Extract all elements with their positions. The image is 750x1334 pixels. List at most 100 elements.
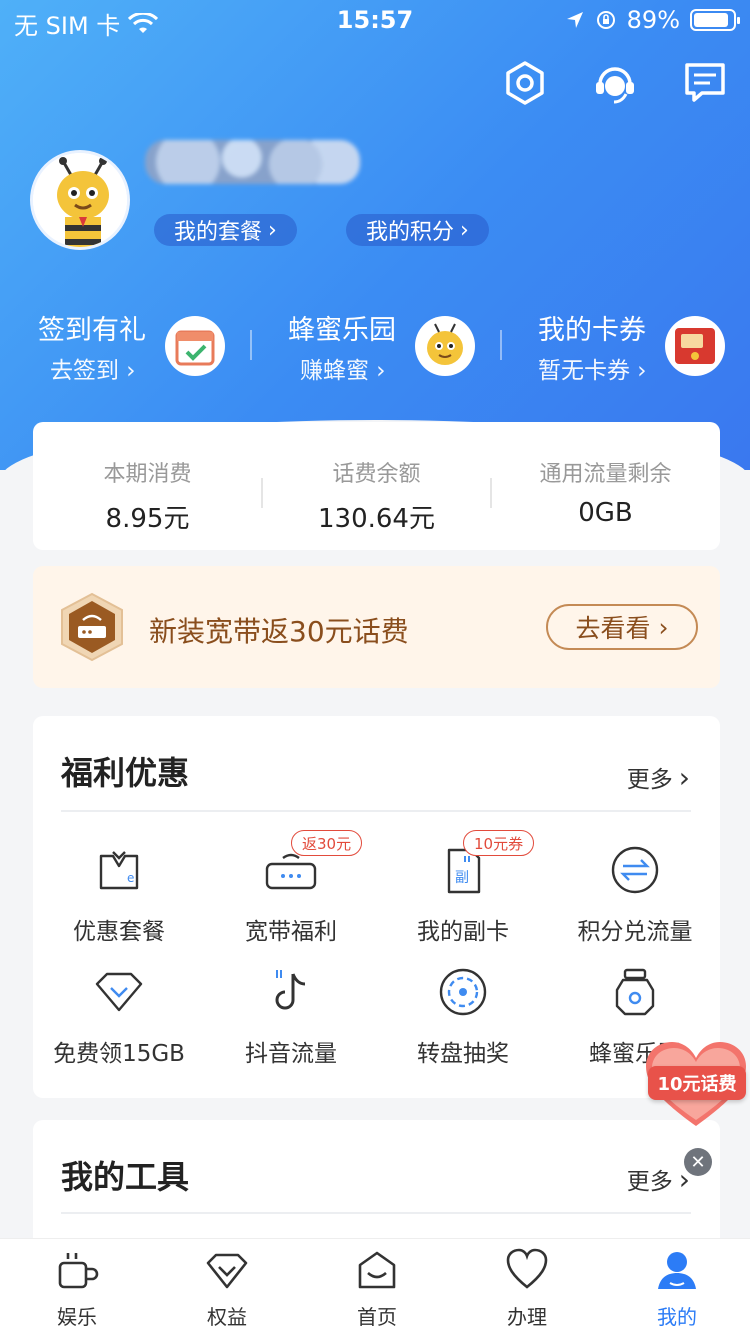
tab-label: 娱乐	[57, 1305, 97, 1329]
card-divider	[61, 1212, 691, 1214]
my-points-label: 我的积分	[366, 220, 455, 245]
chevron-right-icon: ›	[658, 612, 669, 642]
grid-label: 免费领15GB	[53, 1041, 185, 1067]
grid-badge: 10元券	[463, 830, 535, 856]
header-actions	[502, 60, 728, 106]
grid-item-discount-package[interactable]: e 优惠套餐	[33, 842, 205, 946]
bottom-tab-bar: 娱乐 权益 首页 办理 我的	[0, 1238, 750, 1334]
tiktok-icon	[275, 970, 306, 1010]
benefits-more-link[interactable]: 更多 ›	[627, 760, 690, 794]
quick-sub: 去签到 ›	[50, 358, 136, 384]
chevron-right-icon: ›	[268, 217, 277, 243]
promo-view-button[interactable]: 去看看 ›	[546, 604, 698, 650]
customer-service-icon[interactable]	[592, 60, 638, 106]
grid-item-douyin-data[interactable]: 抖音流量	[205, 964, 377, 1068]
benefits-title: 福利优惠	[61, 754, 190, 792]
quick-title: 蜂蜜乐园	[288, 315, 396, 346]
quick-actions: 签到有礼 去签到 › 蜂蜜乐园 赚蜂蜜 › 我的卡券 暂无卡券 ›	[0, 308, 750, 388]
router-badge-icon	[61, 592, 123, 662]
account-stats-card: 本期消费 8.95元 话费余额 130.64元 通用流量剩余 0GB	[33, 422, 720, 550]
location-arrow-icon	[566, 12, 583, 28]
benefits-card: 福利优惠 更多 › e 优惠套餐 返30元 宽带福利 10元券 副 我的副卡 积…	[33, 716, 720, 1098]
tab-handle[interactable]: 办理	[452, 1247, 602, 1330]
more-label: 更多	[626, 767, 673, 793]
tab-home[interactable]: 首页	[302, 1247, 452, 1330]
grid-item-points-to-data[interactable]: 积分兑流量	[549, 842, 721, 946]
cup-icon	[58, 1253, 99, 1289]
grid-item-secondary-card[interactable]: 10元券 副 我的副卡	[377, 830, 549, 946]
grid-label: 抖音流量	[245, 1041, 337, 1067]
grid-item-lucky-wheel[interactable]: 转盘抽奖	[377, 964, 549, 1068]
my-points-button[interactable]: 我的积分 ›	[346, 214, 489, 246]
quick-sub: 赚蜂蜜 ›	[300, 358, 386, 384]
grid-label: 我的副卡	[417, 919, 509, 945]
wheel-icon	[439, 968, 487, 1016]
battery-fill	[694, 13, 728, 27]
chevron-right-icon: ›	[460, 217, 469, 243]
my-package-label: 我的套餐	[174, 220, 263, 245]
quick-sub-text: 去签到	[50, 358, 119, 384]
more-label: 更多	[626, 1169, 673, 1195]
card-divider	[61, 810, 691, 812]
message-icon[interactable]	[682, 60, 728, 106]
stat-data-remaining[interactable]: 通用流量剩余 0GB	[491, 456, 720, 528]
tab-label: 权益	[207, 1305, 247, 1329]
stat-balance[interactable]: 话费余额 130.64元	[262, 456, 491, 535]
calendar-icon[interactable]	[165, 316, 225, 376]
username-masked	[145, 140, 360, 184]
quick-sub-text: 赚蜂蜜	[300, 358, 369, 384]
quick-divider	[500, 330, 502, 360]
bee-icon[interactable]	[415, 316, 475, 376]
quick-title: 我的卡券	[538, 315, 646, 346]
svg-text:e: e	[127, 871, 134, 885]
tab-entertainment[interactable]: 娱乐	[2, 1247, 152, 1330]
my-coupons-entry[interactable]: 我的卡券 暂无卡券 ›	[538, 308, 647, 388]
package-icon: e	[99, 851, 139, 890]
battery-percent: 89%	[626, 6, 680, 34]
promo-text: 新装宽带返30元话费	[149, 615, 409, 648]
stat-value: 0GB	[578, 498, 633, 528]
stat-label: 通用流量剩余	[539, 462, 672, 487]
status-bar: 无 SIM 卡 15:57 89%	[0, 0, 750, 40]
grid-label: 转盘抽奖	[417, 1041, 509, 1067]
stat-value: 130.64元	[318, 504, 435, 534]
user-icon	[658, 1252, 696, 1289]
settings-icon[interactable]	[502, 60, 548, 106]
diamond-icon	[206, 1253, 248, 1289]
my-package-button[interactable]: 我的套餐 ›	[154, 214, 297, 246]
quick-sub: 暂无卡券 ›	[538, 358, 647, 384]
grid-badge: 返30元	[291, 830, 363, 856]
checkin-entry[interactable]: 签到有礼 去签到 ›	[38, 308, 146, 388]
float-badge-label[interactable]: 10元话费	[648, 1066, 746, 1100]
home-icon	[358, 1251, 396, 1289]
coupon-envelope-icon[interactable]	[665, 316, 725, 376]
stat-current-spend[interactable]: 本期消费 8.95元	[33, 456, 262, 535]
stat-label: 话费余额	[332, 462, 421, 487]
grid-label: 优惠套餐	[73, 919, 165, 945]
tab-label: 办理	[507, 1305, 547, 1329]
tab-label: 我的	[657, 1305, 697, 1329]
quick-sub-text: 暂无卡券	[538, 358, 630, 384]
broadband-promo-banner[interactable]: 新装宽带返30元话费 去看看 ›	[33, 566, 720, 688]
honey-jar-icon	[615, 968, 655, 1016]
grid-item-broadband[interactable]: 返30元 宽带福利	[205, 830, 377, 946]
user-avatar[interactable]	[30, 150, 130, 250]
status-right: 89%	[565, 6, 740, 34]
exchange-icon	[611, 846, 659, 894]
close-icon[interactable]: ✕	[684, 1148, 712, 1176]
tools-more-link[interactable]: 更多 ›	[627, 1162, 690, 1196]
stat-value: 8.95元	[105, 504, 190, 534]
honey-park-entry[interactable]: 蜂蜜乐园 赚蜂蜜 ›	[288, 308, 396, 388]
rotation-lock-icon	[596, 11, 615, 29]
quick-title: 签到有礼	[38, 315, 146, 346]
tab-mine[interactable]: 我的	[602, 1247, 750, 1330]
promo-button-label: 去看看	[575, 614, 651, 643]
heart-icon	[506, 1248, 548, 1289]
tab-rights[interactable]: 权益	[152, 1247, 302, 1330]
grid-item-free-15gb[interactable]: 免费领15GB	[33, 964, 205, 1068]
tools-title: 我的工具	[61, 1158, 190, 1196]
stat-label: 本期消费	[103, 462, 192, 487]
grid-label: 积分兑流量	[577, 919, 693, 945]
battery-icon	[690, 9, 740, 31]
tab-label: 首页	[357, 1305, 397, 1329]
